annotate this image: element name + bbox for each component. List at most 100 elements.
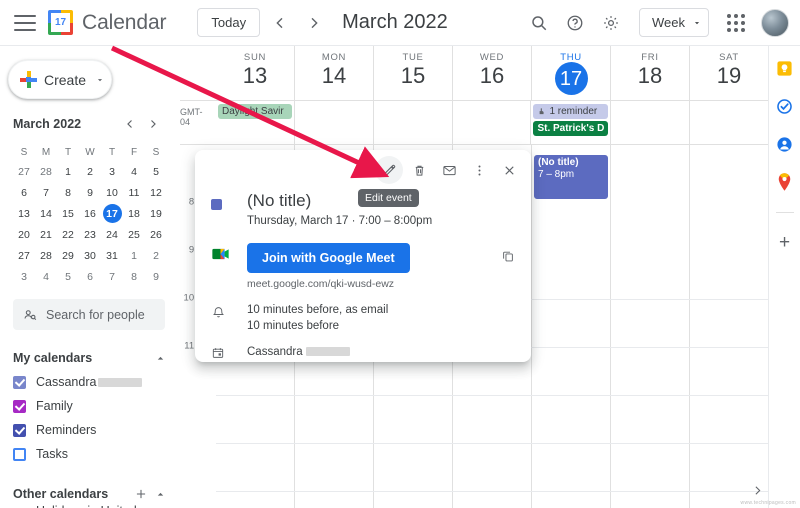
mini-calendar-day[interactable]: 28 [35,161,57,182]
mini-calendar-day[interactable]: 26 [145,224,167,245]
copy-link-button[interactable] [501,243,515,290]
mini-calendar-day[interactable]: 6 [79,266,101,287]
mini-next-month-button[interactable] [143,114,163,134]
day-header-date[interactable]: 17 [554,62,588,95]
mini-calendar-day[interactable]: 1 [123,245,145,266]
close-popup-button[interactable] [495,156,523,184]
mini-calendar-day[interactable]: 9 [79,182,101,203]
calendar-list-item[interactable]: Cassandra [13,370,171,394]
all-day-event-chip[interactable]: 1 reminder [533,104,609,119]
day-header-mon[interactable]: MON 14 [294,46,373,100]
mini-calendar-day[interactable]: 20 [13,224,35,245]
mini-calendar-day[interactable]: 4 [123,161,145,182]
calendar-checkbox[interactable] [13,399,26,413]
mini-calendar-day[interactable]: 18 [123,203,145,224]
mini-calendar-day[interactable]: 25 [123,224,145,245]
calendar-checkbox[interactable] [13,447,26,461]
calendar-list-item[interactable]: Tasks [13,442,171,466]
day-header-date[interactable]: 13 [243,63,267,88]
mini-calendar-day[interactable]: 19 [145,203,167,224]
day-header-date[interactable]: 16 [480,63,504,88]
google-maps-icon[interactable] [775,172,795,192]
search-people-input[interactable]: Search for people [13,299,165,330]
google-keep-icon[interactable] [775,58,795,78]
search-icon[interactable] [524,8,554,38]
view-mode-dropdown[interactable]: Week [639,8,709,37]
join-google-meet-button[interactable]: Join with Google Meet [247,243,410,273]
create-button[interactable]: Create [8,60,112,99]
all-day-cell[interactable] [451,101,531,144]
edit-event-button[interactable] [375,156,403,184]
google-contacts-icon[interactable] [775,134,795,154]
next-week-button[interactable] [300,9,328,37]
mini-calendar-day[interactable]: 11 [123,182,145,203]
mini-calendar-day[interactable]: 27 [13,161,35,182]
apps-grid-icon[interactable] [721,8,751,38]
today-button[interactable]: Today [197,8,261,37]
add-other-calendar-button[interactable] [134,487,148,501]
all-day-cell[interactable] [610,101,689,144]
more-options-button[interactable] [465,156,493,184]
mini-calendar-day[interactable]: 5 [145,161,167,182]
all-day-cell[interactable] [293,101,373,144]
all-day-cell[interactable]: Daylight Savir [216,101,294,144]
mini-calendar-day[interactable]: 9 [145,266,167,287]
mini-calendar-day[interactable]: 13 [13,203,35,224]
time-grid-column[interactable] [610,145,689,508]
delete-event-button[interactable] [405,156,433,184]
time-grid-column[interactable] [689,145,768,508]
mini-calendar-day[interactable]: 30 [79,245,101,266]
mini-calendar-day[interactable]: 15 [57,203,79,224]
mini-prev-month-button[interactable] [120,114,140,134]
avatar[interactable] [761,8,789,37]
gear-icon[interactable] [596,8,626,38]
calendar-list-item[interactable]: Family [13,394,171,418]
mini-calendar-day[interactable]: 7 [101,266,123,287]
previous-week-button[interactable] [266,9,294,37]
calendar-checkbox[interactable] [13,423,26,437]
mini-calendar-day[interactable]: 12 [145,182,167,203]
mini-calendar-day[interactable]: 5 [57,266,79,287]
mini-calendar-day[interactable]: 29 [57,245,79,266]
mini-calendar-day[interactable]: 3 [101,161,123,182]
meet-link-url[interactable]: meet.google.com/qki-wusd-ewz [247,278,501,290]
day-header-thu[interactable]: THU 17 [531,46,610,100]
mini-calendar-day[interactable]: 7 [35,182,57,203]
day-header-fri[interactable]: FRI 18 [610,46,689,100]
all-day-cell[interactable] [372,101,452,144]
day-header-date[interactable]: 18 [638,63,662,88]
mini-calendar-day[interactable]: 21 [35,224,57,245]
mini-calendar-day[interactable]: 27 [13,245,35,266]
all-day-cell[interactable] [689,101,768,144]
mini-calendar-day[interactable]: 1 [57,161,79,182]
day-header-sun[interactable]: SUN 13 [216,46,294,100]
day-header-wed[interactable]: WED 16 [452,46,531,100]
all-day-event-chip[interactable]: St. Patrick's D [533,121,609,136]
add-app-button[interactable]: + [779,233,790,252]
my-calendars-collapse-button[interactable] [154,352,167,365]
google-tasks-icon[interactable] [775,96,795,116]
mini-calendar-day[interactable]: 14 [35,203,57,224]
time-grid-column[interactable]: (No title) 7 – 8pm [531,145,610,508]
mini-calendar-day[interactable]: 10 [101,182,123,203]
day-header-date[interactable]: 15 [401,63,425,88]
mini-calendar-day[interactable]: 4 [35,266,57,287]
mini-calendar-day[interactable]: 6 [13,182,35,203]
other-calendars-collapse-button[interactable] [154,488,167,501]
calendar-event-block[interactable]: (No title) 7 – 8pm [533,154,609,200]
day-header-date[interactable]: 19 [717,63,741,88]
mini-calendar-day[interactable]: 22 [57,224,79,245]
mini-calendar-day[interactable]: 2 [79,161,101,182]
calendar-checkbox[interactable] [13,375,26,389]
all-day-cell[interactable]: 1 reminder St. Patrick's D [530,101,610,144]
mini-calendar-day[interactable]: 31 [101,245,123,266]
email-guests-button[interactable] [435,156,463,184]
help-icon[interactable] [560,8,590,38]
mini-calendar-day[interactable]: 16 [79,203,101,224]
mini-calendar-day[interactable]: 17 [102,204,122,223]
mini-calendar-day[interactable]: 23 [79,224,101,245]
all-day-event-chip[interactable]: Daylight Savir [218,104,292,119]
calendar-list-item[interactable]: Reminders [13,418,171,442]
mini-calendar-day[interactable]: 8 [57,182,79,203]
hamburger-menu-icon[interactable] [14,14,36,31]
